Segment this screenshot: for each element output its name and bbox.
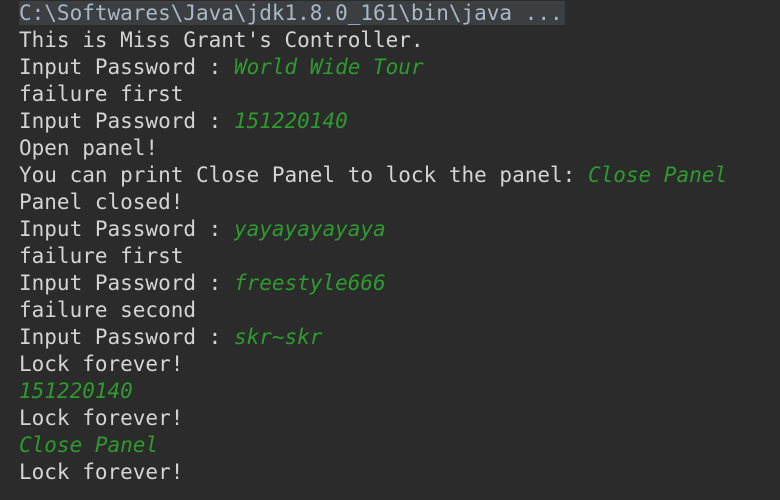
console-output[interactable]: C:\Softwares\Java\jdk1.8.0_161\bin\java … — [0, 0, 780, 500]
user-input-text: freestyle666 — [233, 271, 386, 295]
output-text: failure second — [19, 298, 197, 322]
output-text: Input Password : — [19, 271, 234, 295]
output-text: Open panel! — [19, 136, 159, 160]
output-text: Input Password : — [19, 55, 234, 79]
console-line: Lock forever! — [19, 405, 183, 432]
console-line: Lock forever! — [19, 351, 183, 378]
console-line: This is Miss Grant's Controller. — [19, 27, 424, 54]
output-text: This is Miss Grant's Controller. — [19, 28, 424, 52]
console-line: failure second — [19, 297, 196, 324]
output-text: failure first — [19, 82, 184, 106]
console-line: Input Password : skr~skr — [19, 324, 322, 351]
console-line: Close Panel — [19, 432, 158, 459]
output-text: Input Password : — [19, 325, 234, 349]
console-line: Panel closed! — [19, 189, 183, 216]
console-line: Input Password : 151220140 — [19, 108, 348, 135]
output-text: failure first — [19, 244, 184, 268]
console-line: Lock forever! — [19, 459, 183, 486]
output-text: Lock forever! — [19, 460, 184, 484]
console-line: Input Password : yayayayayaya — [19, 216, 386, 243]
output-text: Lock forever! — [19, 352, 184, 376]
console-line: You can print Close Panel to lock the pa… — [19, 162, 727, 189]
output-text: Lock forever! — [19, 406, 184, 430]
user-input-text: yayayayayaya — [233, 217, 386, 241]
java-command: C:\Softwares\Java\jdk1.8.0_161\bin\java … — [19, 1, 565, 25]
user-input-text: Close Panel — [587, 163, 728, 187]
console-line: failure first — [19, 243, 183, 270]
console-line: failure first — [19, 81, 183, 108]
user-input-text: 151220140 — [19, 379, 133, 403]
user-input-text: skr~skr — [233, 325, 323, 349]
output-text: Input Password : — [19, 109, 234, 133]
output-text: Input Password : — [19, 217, 234, 241]
console-line: Input Password : freestyle666 — [19, 270, 386, 297]
console-line: Open panel! — [19, 135, 158, 162]
user-input-text: World Wide Tour — [233, 55, 424, 79]
output-text: Panel closed! — [19, 190, 184, 214]
user-input-text: Close Panel — [19, 433, 159, 457]
console-line: Input Password : World Wide Tour — [19, 54, 424, 81]
output-text: You can print Close Panel to lock the pa… — [19, 163, 588, 187]
user-input-text: 151220140 — [233, 109, 348, 133]
console-command-line: C:\Softwares\Java\jdk1.8.0_161\bin\java … — [19, 0, 565, 27]
console-line: 151220140 — [19, 378, 133, 405]
